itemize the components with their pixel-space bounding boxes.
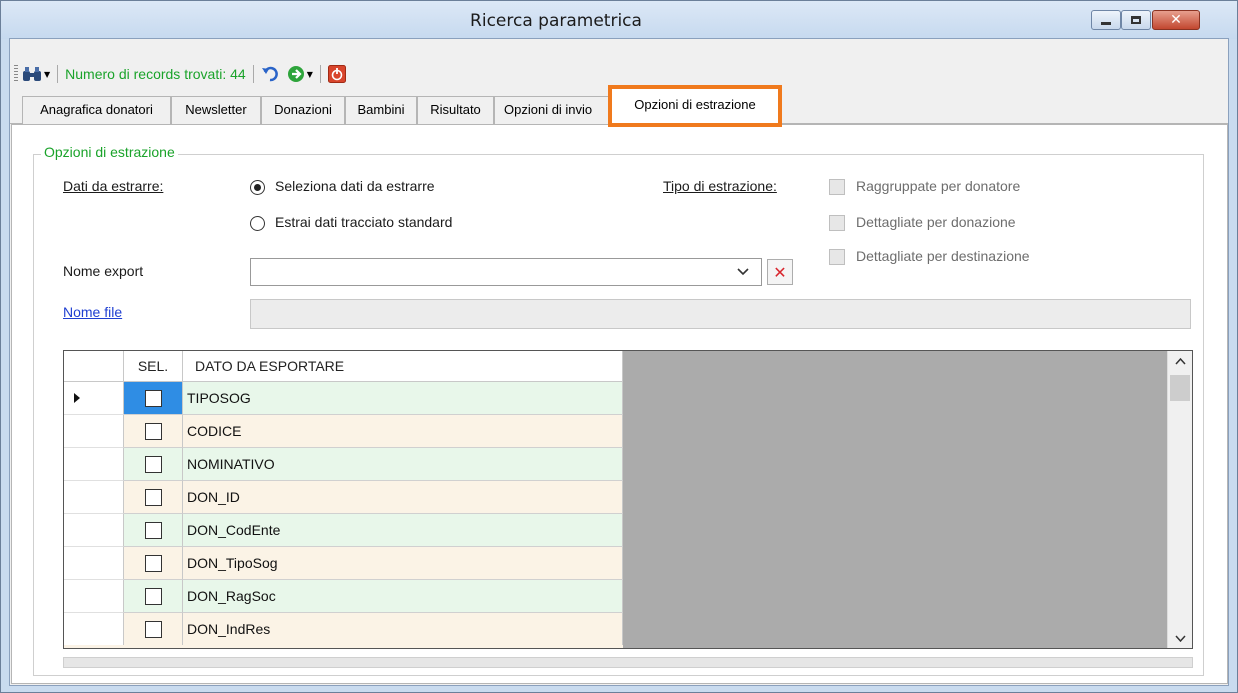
row-checkbox[interactable] — [144, 422, 162, 440]
tipo-estrazione-label: Tipo di estrazione: — [663, 178, 777, 194]
minimize-button[interactable] — [1091, 10, 1121, 30]
title-bar: Ricerca parametrica ✕ — [1, 1, 1237, 39]
radio-estrai-tracciato[interactable] — [250, 216, 265, 231]
maximize-icon — [1131, 16, 1141, 24]
dato-cell[interactable]: DON_IndRes — [183, 613, 623, 646]
radio-seleziona-dati[interactable] — [250, 180, 265, 195]
dato-cell[interactable]: DON_ID — [183, 481, 623, 514]
row-header[interactable] — [64, 580, 124, 613]
toolbar-separator — [319, 65, 321, 83]
vertical-scrollbar[interactable] — [1167, 351, 1192, 648]
row-checkbox[interactable] — [144, 554, 162, 572]
row-header[interactable] — [64, 415, 124, 448]
row-checkbox[interactable] — [144, 389, 162, 407]
radio-estrai-tracciato-label[interactable]: Estrai dati tracciato standard — [275, 214, 452, 230]
sel-cell[interactable] — [124, 547, 183, 580]
nome-export-combobox[interactable] — [250, 258, 762, 286]
window-title: Ricerca parametrica — [470, 11, 642, 31]
undo-button[interactable] — [261, 66, 279, 82]
row-checkbox[interactable] — [144, 521, 162, 539]
current-row-indicator-icon — [74, 393, 80, 403]
undo-icon — [261, 66, 278, 82]
sel-cell[interactable] — [124, 415, 183, 448]
tab-opzioni-di-estrazione[interactable]: Opzioni di estrazione — [608, 85, 782, 127]
column-header-sel[interactable]: SEL. — [124, 351, 183, 382]
row-header[interactable] — [64, 382, 124, 415]
sel-cell[interactable] — [124, 613, 183, 646]
tab-opzioni-di-invio[interactable]: Opzioni di invio — [494, 96, 610, 124]
chevron-down-icon: ▼ — [306, 69, 313, 79]
checkbox-dettagliate-destinazione-label: Dettagliate per destinazione — [856, 248, 1030, 264]
row-header[interactable] — [64, 613, 124, 646]
horizontal-scrollbar[interactable] — [63, 657, 1193, 668]
nome-export-label: Nome export — [63, 263, 144, 279]
clear-export-button[interactable]: ✕ — [767, 259, 793, 285]
row-checkbox[interactable] — [144, 455, 162, 473]
close-button[interactable]: ✕ — [1152, 10, 1200, 30]
sel-cell[interactable] — [124, 448, 183, 481]
nome-file-field[interactable] — [250, 299, 1191, 329]
dato-cell[interactable]: CODICE — [183, 415, 623, 448]
scroll-down-icon[interactable] — [1175, 634, 1186, 645]
nome-file-link[interactable]: Nome file — [63, 304, 122, 320]
dato-cell[interactable]: NOMINATIVO — [183, 448, 623, 481]
dato-cell[interactable]: DON_TipoSog — [183, 547, 623, 580]
stop-button[interactable] — [327, 65, 346, 83]
checkbox-dettagliate-donazione-label: Dettagliate per donazione — [856, 214, 1016, 230]
checkbox-dettagliate-donazione[interactable] — [829, 215, 845, 231]
chevron-down-icon: ▼ — [44, 69, 51, 79]
toolbar-separator — [252, 65, 254, 83]
dato-cell[interactable]: TIPOSOG — [183, 382, 623, 415]
dato-cell[interactable]: DON_RagSoc — [183, 580, 623, 613]
dato-cell[interactable]: DON_CodEnte — [183, 514, 623, 547]
row-checkbox[interactable] — [144, 488, 162, 506]
tab-risultato[interactable]: Risultato — [417, 96, 494, 124]
radio-selected-dot — [254, 184, 261, 191]
sel-cell[interactable] — [124, 580, 183, 613]
checkbox-dettagliate-destinazione[interactable] — [829, 249, 845, 265]
grid-corner-header[interactable] — [64, 351, 124, 382]
scroll-thumb[interactable] — [1170, 375, 1190, 401]
chevron-down-icon[interactable] — [728, 262, 758, 282]
row-checkbox[interactable] — [144, 587, 162, 605]
row-header[interactable] — [64, 514, 124, 547]
radio-seleziona-dati-label[interactable]: Seleziona dati da estrarre — [275, 178, 435, 194]
grid-partial-row — [64, 645, 623, 648]
checkbox-raggruppate[interactable] — [829, 179, 845, 195]
tab-anagrafica-donatori[interactable]: Anagrafica donatori — [22, 96, 171, 124]
scroll-up-icon[interactable] — [1175, 357, 1186, 368]
groupbox-title: Opzioni di estrazione — [41, 144, 178, 160]
sel-cell[interactable] — [124, 514, 183, 547]
checkbox-raggruppate-label: Raggruppate per donatore — [856, 178, 1021, 194]
go-dropdown-button[interactable]: ▼ — [287, 65, 313, 83]
tab-bambini[interactable]: Bambini — [345, 96, 417, 124]
tab-newsletter[interactable]: Newsletter — [171, 96, 261, 124]
tab-donazioni[interactable]: Donazioni — [261, 96, 345, 124]
records-count-label: Numero di records trovati: 44 — [65, 66, 246, 82]
maximize-button[interactable] — [1121, 10, 1151, 30]
row-checkbox[interactable] — [144, 620, 162, 638]
minimize-icon — [1101, 21, 1111, 25]
red-x-icon: ✕ — [773, 262, 787, 282]
search-dropdown-button[interactable]: ▼ — [22, 66, 50, 82]
dati-da-estrarre-label: Dati da estrarre: — [63, 178, 164, 194]
sel-cell[interactable] — [124, 481, 183, 514]
row-header[interactable] — [64, 481, 124, 514]
row-header[interactable] — [64, 448, 124, 481]
binoculars-icon — [23, 67, 41, 81]
row-header[interactable] — [64, 547, 124, 580]
toolbar-separator — [57, 65, 59, 83]
column-header-dato[interactable]: DATO DA ESPORTARE — [183, 351, 623, 382]
power-icon — [327, 65, 346, 83]
arrow-right-circle-icon — [287, 66, 304, 82]
sel-cell[interactable] — [124, 382, 183, 415]
close-icon: ✕ — [1170, 12, 1182, 28]
toolbar-grip[interactable] — [14, 65, 18, 83]
